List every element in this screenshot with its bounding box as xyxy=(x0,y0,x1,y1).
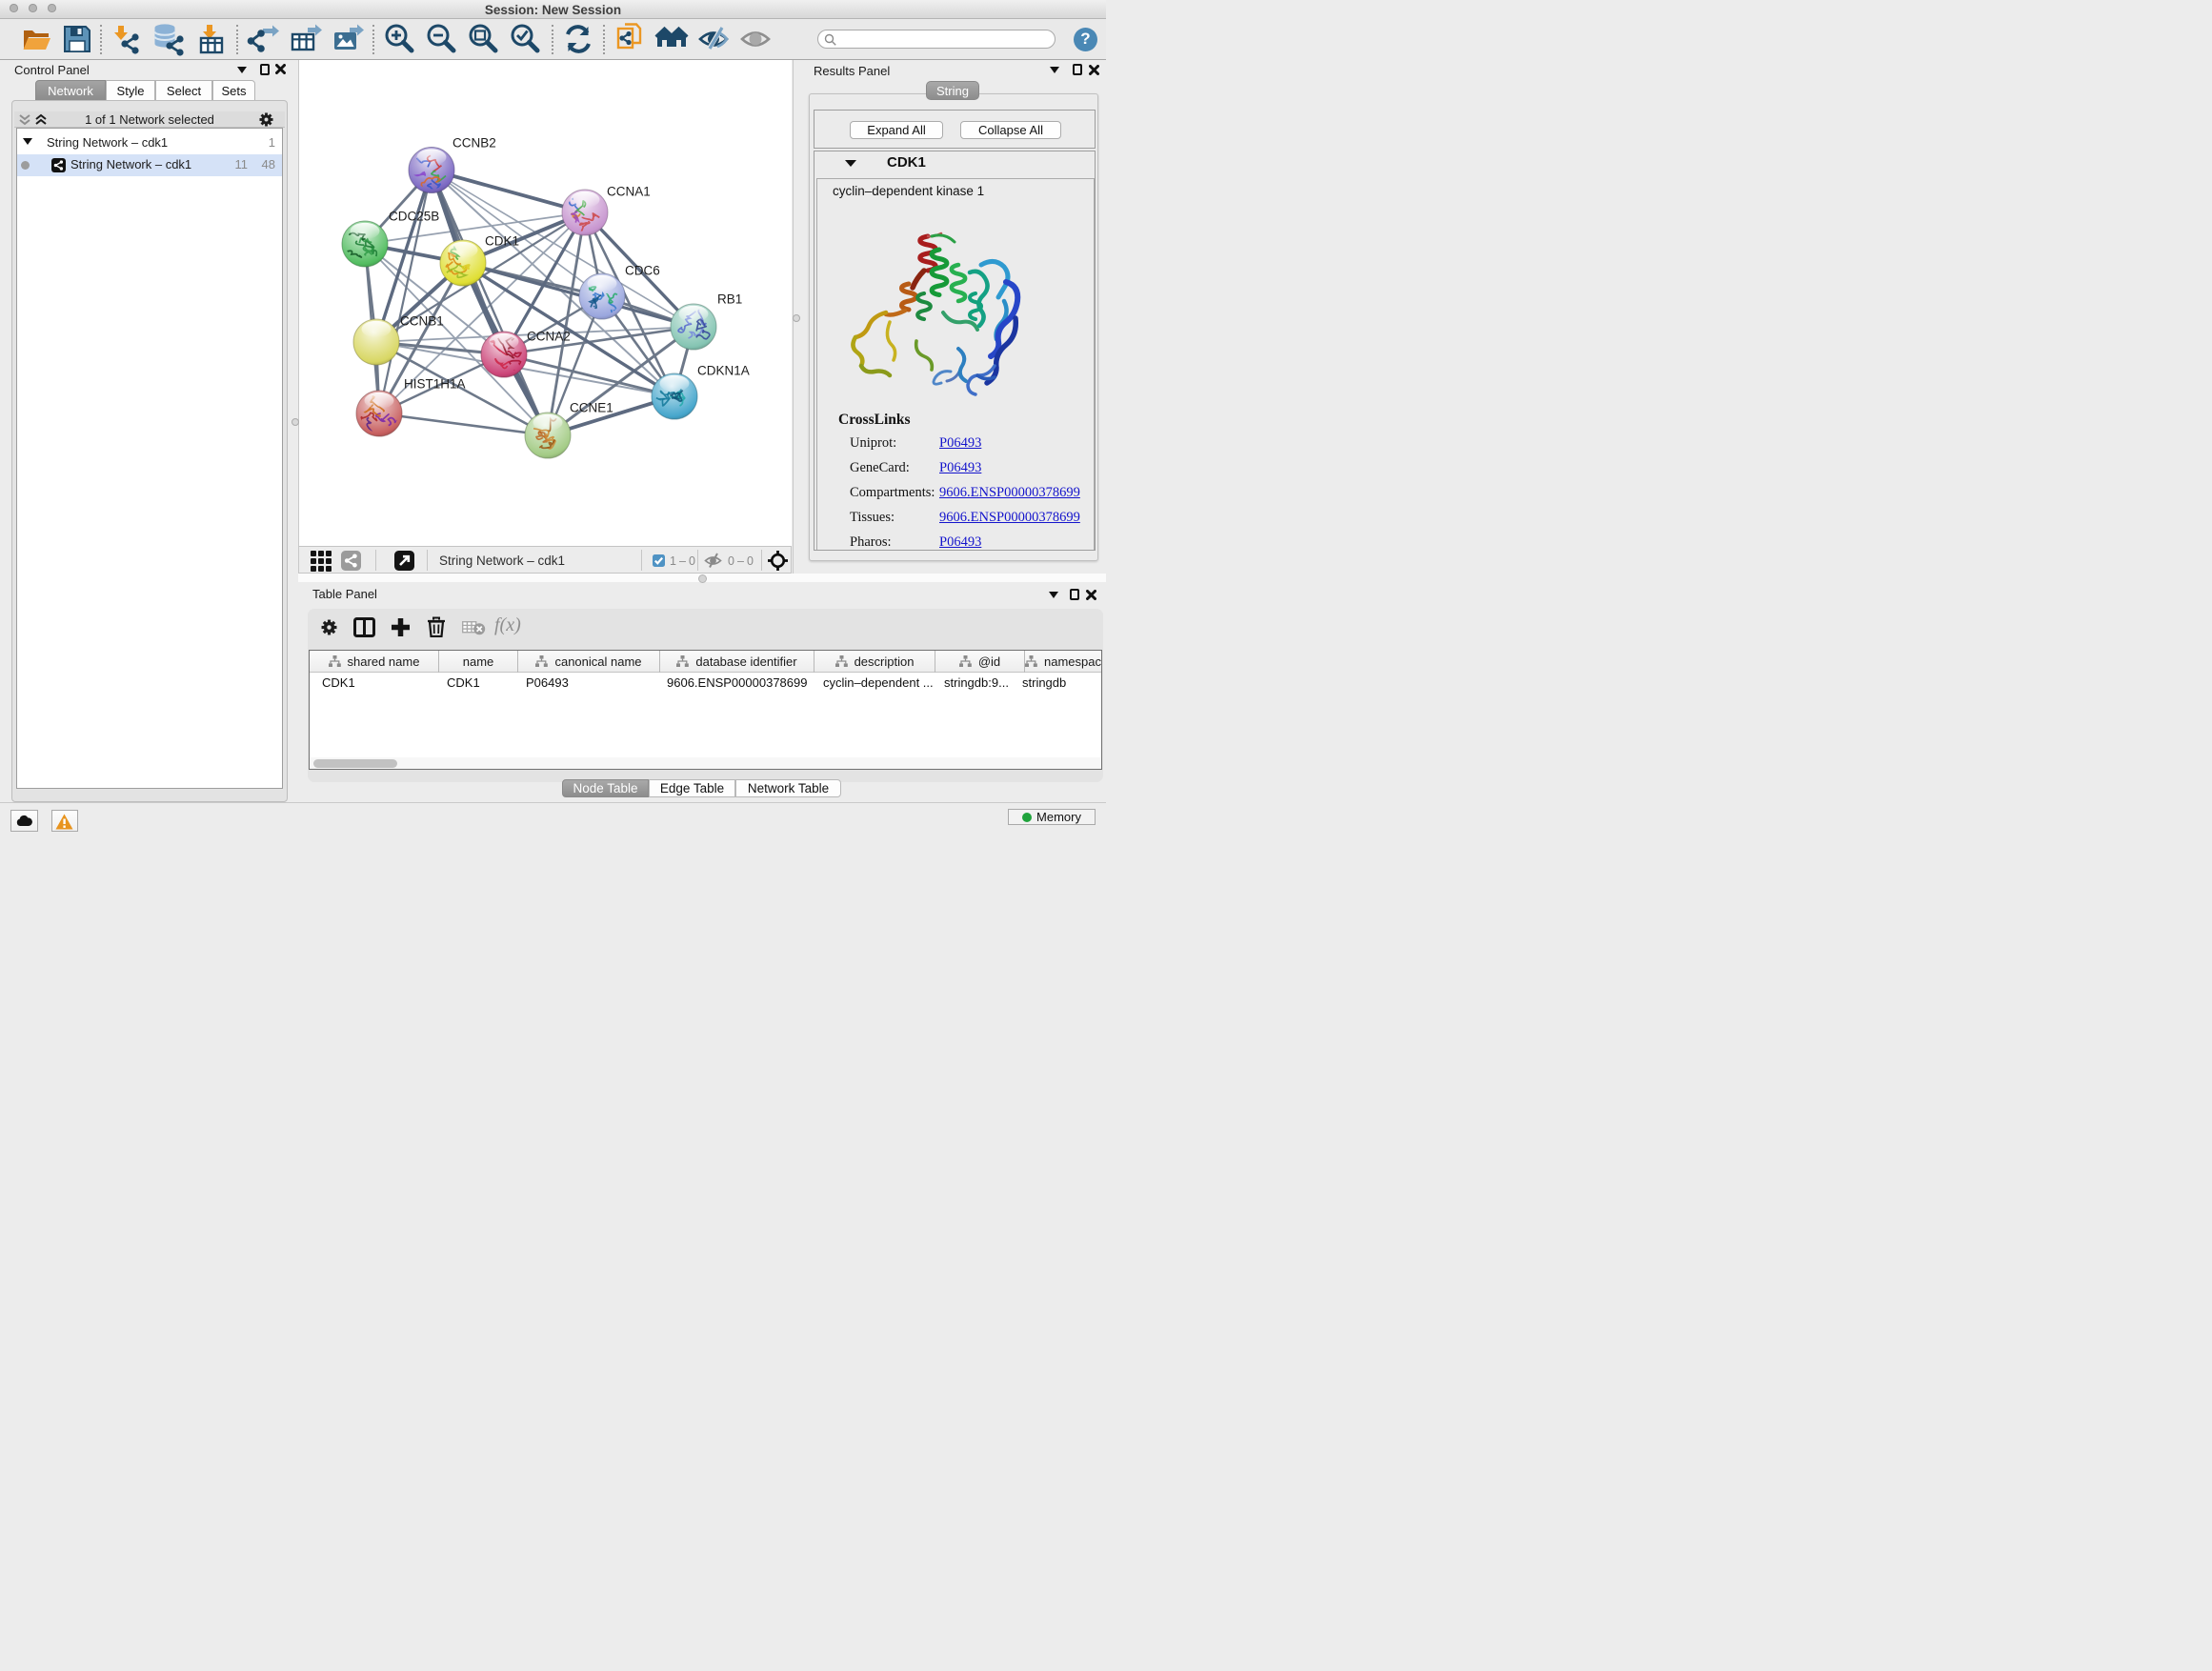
svg-text:CCNE1: CCNE1 xyxy=(570,401,613,415)
svg-text:CCNB2: CCNB2 xyxy=(452,136,496,151)
svg-text:CCNB1: CCNB1 xyxy=(400,314,444,329)
svg-text:CCNA2: CCNA2 xyxy=(527,330,571,344)
svg-text:CDC6: CDC6 xyxy=(625,264,660,278)
svg-text:CDK1: CDK1 xyxy=(485,234,519,249)
svg-text:HIST1H1A: HIST1H1A xyxy=(404,377,466,392)
svg-text:CDKN1A: CDKN1A xyxy=(697,364,750,378)
svg-text:CDC25B: CDC25B xyxy=(389,210,439,224)
svg-text:CCNA1: CCNA1 xyxy=(607,185,651,199)
svg-text:RB1: RB1 xyxy=(717,292,742,307)
